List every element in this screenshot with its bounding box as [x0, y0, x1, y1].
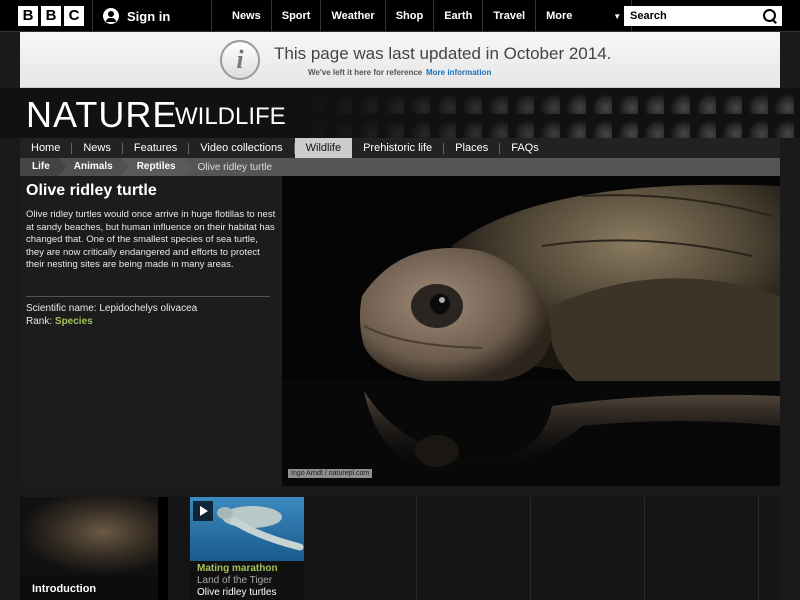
secnav-features[interactable]: Features [123, 142, 190, 154]
species-name: Olive ridley turtle [26, 182, 157, 199]
page-title[interactable]: NATURE [26, 94, 177, 136]
bbc-masthead: B B C Sign in News Sport Weather Shop Ea… [0, 0, 800, 32]
secnav-prehistoric-life[interactable]: Prehistoric life [352, 142, 445, 154]
search-placeholder: Search [630, 10, 667, 22]
rank-label: Rank: [26, 316, 53, 327]
search-icon[interactable] [761, 7, 779, 25]
turtle-illustration [282, 176, 780, 486]
logo-letter-c: C [64, 6, 84, 26]
scientific-name: Scientific name: Lepidochelys olivacea [26, 303, 198, 314]
breadcrumb: Life Animals Reptiles Olive ridley turtl… [20, 158, 780, 176]
introduction-card[interactable]: Introduction [20, 497, 158, 600]
user-icon [103, 8, 119, 24]
notice-title: This page was last updated in October 20… [274, 44, 612, 63]
bbc-logo[interactable]: B B C [18, 6, 84, 26]
chevron-down-icon: ▼ [613, 11, 622, 21]
nav-travel[interactable]: Travel [483, 0, 537, 32]
carousel-slot-separator [416, 497, 417, 600]
breadcrumb-life[interactable]: Life [20, 158, 66, 176]
introduction-thumbnail [20, 497, 158, 575]
nav-sport[interactable]: Sport [272, 0, 322, 32]
video-card[interactable]: Mating marathon Land of the Tiger Olive … [190, 497, 304, 600]
species-description: Olive ridley turtles would once arrive i… [26, 209, 276, 270]
species-info-panel: Olive ridley turtle Olive ridley turtles… [20, 176, 282, 486]
section-title[interactable]: WILDLIFE [175, 103, 286, 131]
video-subject: Olive ridley turtles [197, 587, 277, 598]
banner-fade [300, 88, 600, 138]
video-programme: Land of the Tiger [197, 575, 273, 586]
secnav-faqs[interactable]: FAQs [500, 142, 550, 154]
secnav-news[interactable]: News [72, 142, 123, 154]
carousel-divider [158, 497, 168, 600]
turtle-photo [282, 176, 780, 486]
carousel-slot-separator [758, 497, 759, 600]
nav-more-label: More [546, 10, 573, 22]
carousel-slot-separator [530, 497, 531, 600]
global-nav: News Sport Weather Shop Earth Travel Mor… [222, 0, 633, 32]
secnav-home[interactable]: Home [20, 142, 73, 154]
signin-link[interactable]: Sign in [92, 0, 212, 32]
nav-weather[interactable]: Weather [321, 0, 386, 32]
archive-notice: i This page was last updated in October … [20, 32, 780, 88]
divider [26, 296, 270, 297]
search-input[interactable]: Search [624, 6, 782, 26]
section-nav: Home News Features Video collections Wil… [20, 138, 780, 158]
nav-shop[interactable]: Shop [386, 0, 435, 32]
video-thumbnail[interactable] [190, 497, 304, 561]
photo-credit: Ingo Arndt / naturepl.com [288, 469, 373, 478]
secnav-places[interactable]: Places [444, 142, 501, 154]
breadcrumb-reptiles[interactable]: Reptiles [120, 158, 192, 176]
nav-earth[interactable]: Earth [434, 0, 484, 32]
logo-letter-b2: B [41, 6, 61, 26]
breadcrumb-current: Olive ridley turtle [197, 161, 273, 173]
rank: Rank: Species [26, 316, 93, 327]
carousel-slot-separator [644, 497, 645, 600]
more-information-link[interactable]: More information [426, 68, 491, 77]
secnav-video-collections[interactable]: Video collections [189, 142, 295, 154]
logo-letter-b1: B [18, 6, 38, 26]
introduction-label: Introduction [32, 583, 97, 595]
nav-more-button[interactable]: More ▼ [536, 0, 633, 32]
signin-label: Sign in [127, 8, 171, 24]
play-icon[interactable] [193, 501, 213, 521]
breadcrumb-animals[interactable]: Animals [57, 158, 129, 176]
video-title: Mating marathon [197, 563, 278, 574]
secnav-wildlife[interactable]: Wildlife [294, 138, 353, 158]
nav-news[interactable]: News [222, 0, 272, 32]
info-icon: i [220, 40, 260, 80]
notice-note: We've left it here for reference [308, 68, 423, 77]
rank-species-link[interactable]: Species [55, 316, 93, 327]
